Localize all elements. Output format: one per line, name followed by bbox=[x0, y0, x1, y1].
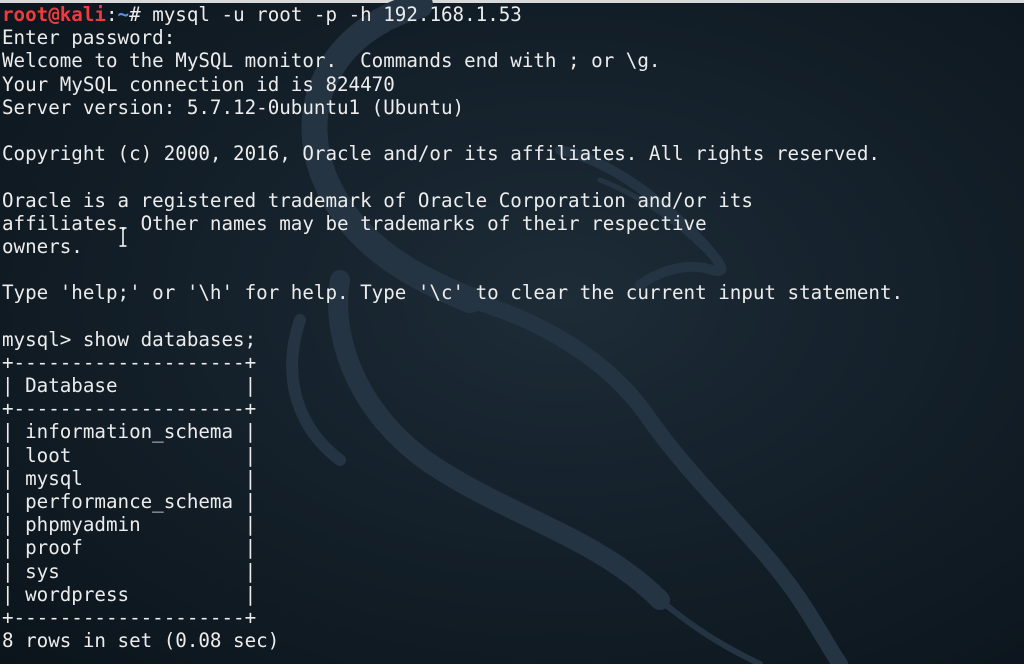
output-line: Server version: 5.7.12-0ubuntu1 (Ubuntu) bbox=[2, 95, 465, 119]
table-row: | performance_schema | bbox=[2, 489, 257, 513]
result-summary: 8 rows in set (0.08 sec) bbox=[2, 629, 280, 653]
prompt-path: ~ bbox=[117, 3, 130, 26]
prompt-user-host: root@kali bbox=[2, 3, 106, 26]
table-header: | Database | bbox=[2, 374, 257, 397]
table-row: | sys | bbox=[2, 559, 257, 583]
table-row: | information_schema | bbox=[2, 420, 257, 444]
terminal-window[interactable]: root@kali:~# mysql -u root -p -h 192.168… bbox=[0, 0, 1024, 664]
table-row: | mysql | bbox=[2, 466, 257, 490]
text-cursor-icon bbox=[119, 227, 127, 247]
table-border: +--------------------+ bbox=[2, 397, 257, 421]
output-line: owners. bbox=[2, 234, 83, 258]
output-line: Enter password: bbox=[2, 26, 176, 50]
output-line: Your MySQL connection id is 824470 bbox=[2, 72, 395, 96]
table-row: | phpmyadmin | bbox=[2, 513, 257, 537]
output-line: Copyright (c) 2000, 2016, Oracle and/or … bbox=[2, 142, 880, 166]
output-line: Type 'help;' or '\h' for help. Type '\c'… bbox=[2, 281, 904, 305]
table-row: | wordpress | bbox=[2, 582, 257, 606]
terminal-output: root@kali:~# mysql -u root -p -h 192.168… bbox=[2, 3, 903, 652]
prompt-symbol: # bbox=[129, 3, 153, 26]
command-line: root@kali:~# mysql -u root -p -h 192.168… bbox=[2, 3, 903, 26]
mysql-command-line: mysql> show databases; bbox=[2, 327, 257, 351]
table-row: | loot | bbox=[2, 443, 257, 467]
output-line: Welcome to the MySQL monitor. Commands e… bbox=[2, 49, 661, 73]
prompt-separator: : bbox=[105, 3, 118, 26]
output-line: Oracle is a registered trademark of Orac… bbox=[2, 188, 753, 212]
table-row: | proof | bbox=[2, 536, 257, 560]
command-text: mysql -u root -p -h 192.168.1.53 bbox=[152, 3, 522, 26]
table-border: +--------------------+ bbox=[2, 350, 257, 374]
output-line: affiliates. Other names may be trademark… bbox=[2, 211, 707, 235]
table-border: +--------------------+ bbox=[2, 605, 257, 629]
